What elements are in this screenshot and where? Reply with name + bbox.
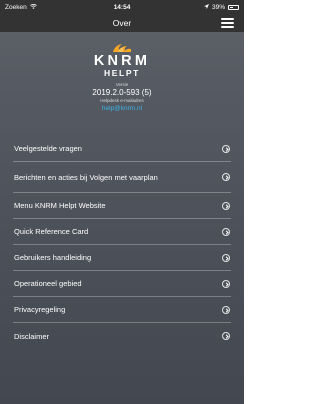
chevron-right-circle-icon [222,279,230,288]
battery-percent: 39% [211,3,225,11]
wifi-icon [29,3,37,11]
knrm-logo: KNRM HELPT [94,41,150,78]
chevron-right-circle-icon [222,201,230,210]
menu-item-label: Quick Reference Card [14,227,89,236]
menu-item-label: Privacyregeling [14,305,66,314]
menu-item-label: Gebruikers handleiding [14,253,92,262]
version-value: 2019.2.0-593 (5) [92,88,152,97]
carrier-label: Zoeken [5,3,27,11]
logo-text-knrm: KNRM [93,53,151,69]
menu-item-quick-reference-card[interactable]: Quick Reference Card [13,219,231,245]
chevron-right-circle-icon [222,332,230,340]
menu-item-label: Disclaimer [14,331,50,341]
menu-item-user-manual[interactable]: Gebruikers handleiding [13,245,231,271]
status-time: 14:54 [113,3,131,11]
menu-item-messages-voyage-plan[interactable]: Berichten en acties bij Volgen met vaarp… [13,162,231,193]
chevron-right-circle-icon [222,253,230,262]
menu-item-label: Menu KNRM Helpt Website [14,201,106,210]
logo-text-helpt: HELPT [104,68,140,78]
menu-item-disclaimer[interactable]: Disclaimer [13,323,231,349]
hamburger-menu-icon[interactable] [221,18,234,28]
menu-item-faq[interactable]: Veelgestelde vragen [13,136,231,162]
menu-item-label: Operationeel gebied [14,279,82,288]
location-icon [203,3,209,11]
menu-item-operational-area[interactable]: Operationeel gebied [13,271,231,297]
status-left: Zoeken [5,3,83,11]
menu-item-website[interactable]: Menu KNRM Helpt Website [13,193,231,219]
about-menu-list: Veelgestelde vragen Berichten en acties … [0,136,244,349]
chevron-right-circle-icon [222,227,230,236]
chevron-right-circle-icon [222,144,230,153]
app-screen: Zoeken 14:54 39% Over KNRM HELPT Versie … [0,0,244,404]
menu-item-label: Berichten en acties bij Volgen met vaarp… [14,172,158,182]
status-right: 39% [161,3,239,11]
status-bar: Zoeken 14:54 39% [0,0,244,14]
menu-item-label: Veelgestelde vragen [14,144,82,153]
flame-icon [112,44,131,52]
battery-icon [228,4,239,10]
chevron-right-circle-icon [222,173,230,181]
menu-item-privacy[interactable]: Privacyregeling [13,297,231,323]
chevron-right-circle-icon [222,305,230,314]
about-header: KNRM HELPT Versie 2019.2.0-593 (5) Helpd… [0,32,244,136]
helpdesk-email-link[interactable]: help@knrm.nl [0,104,244,113]
page-title: Over [112,18,132,28]
navigation-bar: Over [0,14,244,32]
